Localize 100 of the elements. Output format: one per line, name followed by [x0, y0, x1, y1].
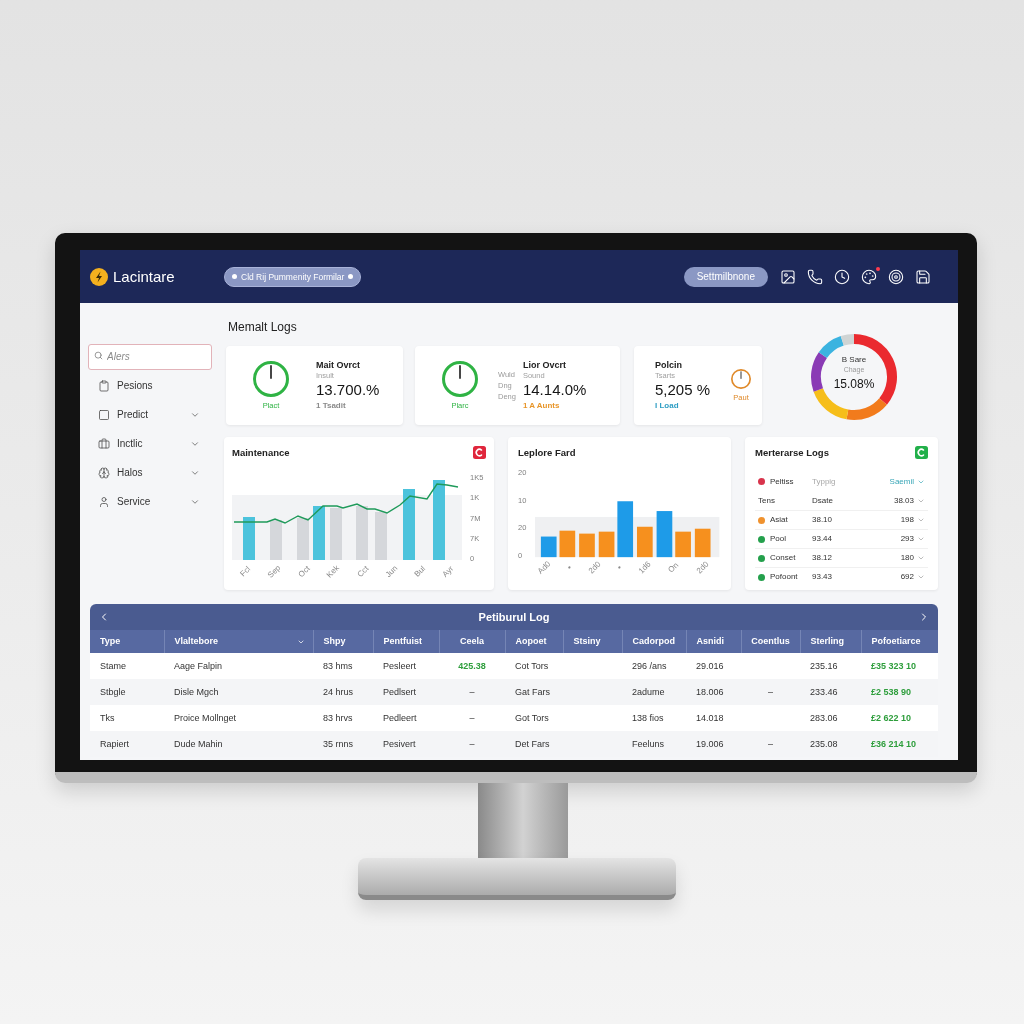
table-cell: Feeluns	[622, 731, 686, 757]
table-cell: Tks	[90, 705, 164, 731]
image-icon[interactable]	[780, 268, 796, 285]
user-icon	[98, 495, 110, 508]
table-cell: 235.16	[800, 653, 861, 679]
chart-bar	[243, 517, 255, 560]
table-cell: 296 /ans	[622, 653, 686, 679]
table-cell: Det Fars	[505, 731, 563, 757]
table-cell: £35 323 10	[861, 653, 938, 679]
nav-item[interactable]: Predict	[88, 400, 212, 429]
table-cell: –	[439, 731, 505, 757]
table-cell: Pedlsert	[373, 679, 439, 705]
brain-icon	[98, 466, 110, 479]
table-cell: Aage Falpin	[164, 653, 313, 679]
search-field[interactable]: Alers	[88, 343, 212, 370]
donut-title: B Sare	[841, 355, 867, 365]
table-cell: 24 hrus	[313, 679, 373, 705]
table-cell: Got Tors	[505, 705, 563, 731]
target-icon[interactable]	[888, 268, 904, 285]
workspace-button[interactable]: Cld Rij Pummenity Formilar	[224, 266, 362, 287]
clipboard-icon	[98, 379, 110, 392]
settings-button[interactable]: Settmilbnone	[683, 266, 768, 287]
column-header[interactable]: Pentfuist	[373, 630, 439, 653]
log-name: Asiat	[770, 515, 789, 525]
table-cell: 138 fios	[622, 705, 686, 731]
chart-bar	[313, 506, 325, 560]
table-cell: 29.016	[686, 653, 741, 679]
x-axis-label: Kek	[325, 563, 342, 580]
log-amount: 38.03	[893, 495, 914, 506]
kpi-note: I Load	[655, 401, 680, 411]
x-axis-label: 1d6	[636, 559, 653, 576]
log-value: 93.43	[812, 572, 834, 582]
page-title: Memalt Logs	[228, 320, 298, 334]
table-cell: £36 214 10	[861, 731, 938, 757]
log-amount: 293	[900, 534, 914, 544]
chart-bar	[617, 501, 633, 558]
table-cell: Pesleert	[373, 653, 439, 679]
log-value: 93.44	[812, 534, 834, 544]
log-name: Tens	[758, 495, 776, 506]
palette-icon[interactable]	[861, 268, 877, 285]
table-cell: Proice Mollnget	[164, 705, 313, 731]
dot-icon	[232, 274, 237, 279]
column-header[interactable]: Vlaltebore	[164, 630, 313, 653]
table-title: Petiburul Log	[477, 610, 551, 624]
table-cell: –	[741, 679, 800, 705]
x-axis-label: On	[666, 560, 681, 575]
column-header[interactable]: Asnidi	[686, 630, 741, 653]
clock-icon[interactable]	[834, 268, 850, 285]
log-amount: 198	[900, 515, 914, 525]
log-name: Pofoont	[770, 572, 799, 582]
column-header[interactable]: Stsiny	[563, 630, 622, 653]
log-amount: Saemil	[889, 476, 914, 487]
table-cell: Gat Fars	[505, 679, 563, 705]
log-name: Conset	[770, 553, 797, 563]
kpi-note: 1 A Aunts	[522, 401, 561, 411]
table-cell: 14.018	[686, 705, 741, 731]
column-header[interactable]: Type	[90, 630, 164, 653]
nav-item[interactable]: Service	[88, 487, 212, 516]
column-header[interactable]: Pofoetiarce	[861, 630, 938, 653]
phone-icon[interactable]	[807, 268, 823, 285]
table-cell: 83 hrvs	[313, 705, 373, 731]
table-cell: –	[439, 705, 505, 731]
panel-title: Merterarse Logs	[755, 446, 829, 459]
table-cell: 2adume	[622, 679, 686, 705]
x-axis-label: Ad0	[535, 559, 552, 576]
chart-bar	[375, 512, 387, 560]
column-header[interactable]: Coentlus	[741, 630, 800, 653]
table-cell: Pesivert	[373, 731, 439, 757]
kpi-note: 1 Tsadit	[316, 401, 347, 411]
nav-item[interactable]: Pesions	[88, 371, 212, 400]
chevron-down-icon	[917, 516, 925, 524]
log-value: 38.12	[812, 553, 834, 563]
save-icon[interactable]	[915, 268, 931, 285]
table-cell: 283.06	[800, 705, 861, 731]
kpi-title: Mait Ovrct	[316, 360, 361, 371]
search-icon	[94, 351, 103, 360]
column-header[interactable]: Shpy	[313, 630, 373, 653]
briefcase-icon	[98, 437, 110, 450]
kpi-value: 5,205 %	[655, 381, 711, 399]
x-axis-label: 2d0	[586, 559, 603, 576]
log-amount: 692	[900, 572, 914, 582]
nav-item[interactable]: Halos	[88, 458, 212, 487]
chart-bar	[403, 489, 415, 560]
column-header[interactable]: Ceela	[439, 630, 505, 653]
table-cell: 425.38	[439, 653, 505, 679]
chart-bar	[330, 508, 342, 560]
chevron-down-icon	[917, 535, 925, 543]
log-value: 38.10	[812, 515, 834, 525]
x-axis-label: Jun	[383, 563, 400, 580]
donut-value: 15.08%	[833, 377, 875, 391]
x-axis-label: Ayr	[440, 564, 456, 579]
column-header[interactable]: Aopoet	[505, 630, 563, 653]
x-axis-label: •	[615, 563, 624, 572]
kpi-title: Lior Ovcrt	[522, 360, 567, 371]
column-header[interactable]: Sterling	[800, 630, 861, 653]
column-header[interactable]: Cadorpod	[622, 630, 686, 653]
nav-item[interactable]: Inctlic	[88, 429, 212, 458]
kpi-value: 13.700.%	[316, 381, 380, 399]
table-cell: Stbgle	[90, 679, 164, 705]
app-name: Lacintare	[113, 267, 175, 286]
